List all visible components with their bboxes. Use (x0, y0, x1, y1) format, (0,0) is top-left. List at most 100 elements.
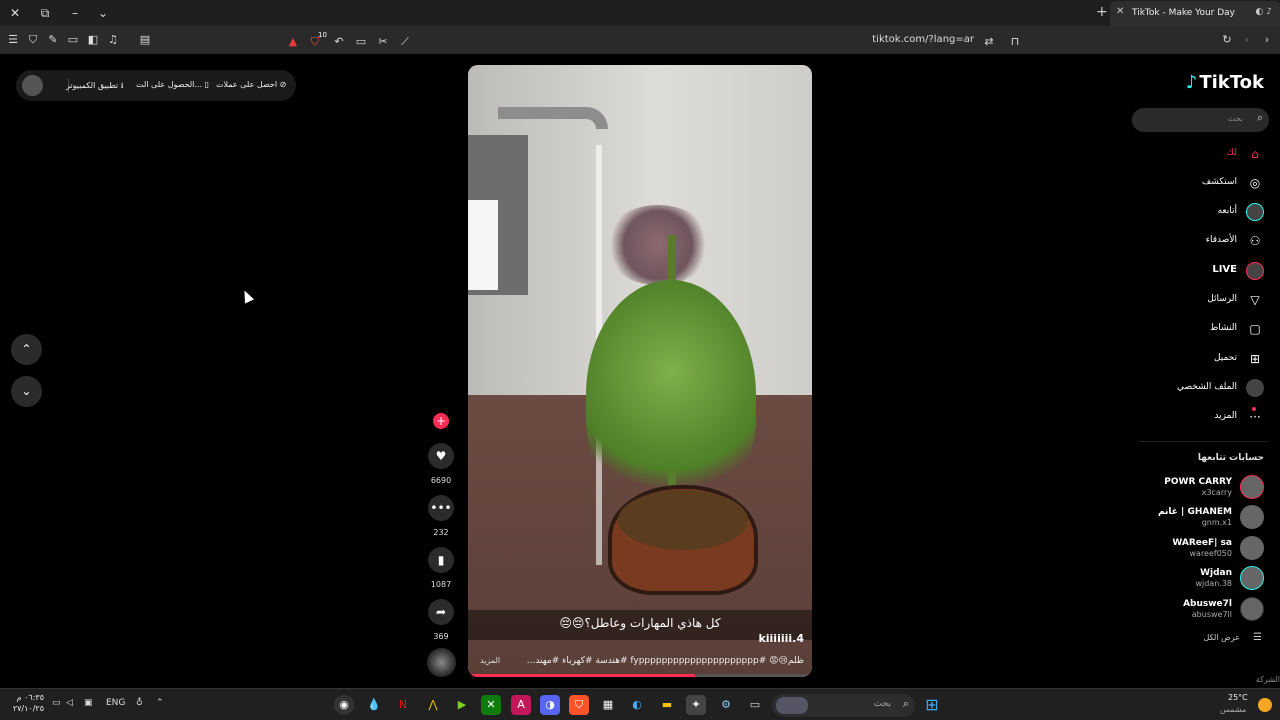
play-app-icon[interactable]: ▶ (452, 695, 472, 715)
browser-toolbar: ☰ ⛉ ✎ ▭ ◧ ♫ ▤ ▲ ⛉ 10 ↶ ▭ ✂ ⟋ tiktok.com/… (0, 26, 1280, 54)
microphone-icon[interactable]: ♁ (136, 698, 143, 708)
sidebar-item-activity[interactable]: ▢ النشاط (1144, 318, 1264, 340)
chrome-icon[interactable]: ◉ (334, 695, 354, 715)
store-icon[interactable]: ▦ (598, 695, 618, 715)
discord-icon[interactable]: ◑ (540, 695, 560, 715)
more-link[interactable]: المزيد (480, 656, 500, 665)
sidebar-item-profile[interactable]: الملف الشخصي (1144, 377, 1264, 399)
angular-app-icon[interactable]: A (511, 695, 531, 715)
following-account[interactable]: Wjdan wjdan.38 (1134, 566, 1264, 592)
address-bar[interactable]: ▲ ⛉ 10 ↶ ▭ ✂ ⟋ tiktok.com/?lang=ar ⇄ ⊓ (282, 28, 1028, 52)
forward-icon[interactable]: › (1258, 31, 1276, 49)
sidebar-item-for-you[interactable]: ⌂ لك (1144, 143, 1264, 165)
shield-icon[interactable]: ⛉ (24, 31, 42, 49)
follow-button[interactable]: + (433, 413, 449, 429)
plant-flowers (603, 205, 713, 285)
url-text[interactable]: tiktok.com/?lang=ar (872, 34, 974, 45)
xbox-icon[interactable]: ✕ (481, 695, 501, 715)
avatar[interactable] (22, 75, 43, 96)
following-account[interactable]: POWR CARRY x3carry (1134, 475, 1264, 501)
following-account[interactable]: Abuswe7l abuswe7ll (1134, 597, 1264, 623)
reader-icon[interactable]: ▤ (136, 31, 154, 49)
music-icon[interactable]: ♫ (104, 31, 122, 49)
tab-close-icon[interactable]: ✕ (1116, 6, 1124, 17)
new-tab-icon[interactable]: + (1096, 4, 1108, 20)
get-app-link[interactable]: الحصول على الت... ▯ (136, 80, 209, 89)
sidebar-item-more[interactable]: ··· المزيد (1144, 406, 1264, 428)
video-description: ظلم😢😡 #fyppppppppppppppppppppp #هندسة #ك… (526, 656, 804, 666)
share-button[interactable]: ➦ (428, 599, 454, 625)
upload-icon: ⊞ (1249, 352, 1261, 366)
following-account[interactable]: غانم | GHANEM gnm.x1 (1134, 505, 1264, 531)
plant-leaves (586, 280, 756, 510)
sidebar-item-following[interactable]: أتابعه (1144, 201, 1264, 223)
company-link[interactable]: الشركة (1256, 675, 1280, 684)
faucet-panel (468, 200, 498, 290)
show-hidden-icons-chevron-icon[interactable]: ⌃ (156, 698, 164, 708)
translate-icon[interactable]: ✂ (374, 33, 392, 51)
following-account[interactable]: WAReeF| sa wareef050 (1134, 536, 1264, 562)
tiktok-logo[interactable]: ♪ TikTok (1186, 72, 1264, 93)
arrow-app-icon[interactable]: ⋀ (423, 695, 443, 715)
window-app-icon[interactable]: ▭ (745, 695, 765, 715)
steam-icon[interactable]: ⚙ (716, 695, 736, 715)
back-arrow-icon[interactable]: ↶ (330, 33, 348, 51)
drop-app-icon[interactable]: 💧 (364, 695, 384, 715)
sidebar-item-friends[interactable]: ⚇ الأصدقاء (1144, 230, 1264, 252)
menu-icon[interactable]: ☰ (4, 31, 22, 49)
folder-icon[interactable]: ▬ (657, 695, 677, 715)
bookmark-icon[interactable]: ⊓ (1006, 33, 1024, 51)
tabs-icon[interactable]: ▭ (64, 31, 82, 49)
close-window-icon[interactable]: ✕ (6, 4, 24, 22)
reload-icon[interactable]: ↻ (1218, 31, 1236, 49)
previous-video-button[interactable]: ⌃ (11, 334, 42, 365)
video-progress[interactable] (468, 674, 812, 677)
video-username[interactable]: kiiiiiii.4 (758, 632, 804, 645)
get-coins-link[interactable]: احصل على عملات ⊘ (216, 80, 286, 89)
browser-tab[interactable]: ✕ TikTok - Make Your Day ◐ ♪ (1110, 1, 1280, 26)
tab-list-chevron-icon[interactable]: ⌄ (94, 4, 112, 22)
see-all-button[interactable]: عرض الكل ☰ (1164, 632, 1264, 646)
account-name: WAReeF| sa (1172, 538, 1232, 548)
save-button[interactable]: ▮ (428, 547, 454, 573)
sidebar-item-live[interactable]: LIVE (1144, 260, 1264, 282)
video-progress-fill (468, 674, 696, 677)
tab-audio-icon[interactable]: ◐ ♪ (1256, 7, 1272, 17)
next-video-button[interactable]: ⌄ (11, 376, 42, 407)
pin-icon[interactable]: ✎ (44, 31, 62, 49)
restore-window-icon[interactable]: ⧉ (36, 4, 54, 22)
screen-icon[interactable]: ▭ (352, 33, 370, 51)
edge-icon[interactable]: ◐ (627, 695, 647, 715)
office-app-icon[interactable]: ✦ (686, 695, 706, 715)
music-disc-icon[interactable] (427, 648, 456, 677)
search-icon[interactable]: ⌕ (1257, 111, 1263, 125)
brave-browser-icon[interactable]: ⛉ (569, 695, 589, 715)
language-indicator[interactable]: ENG (106, 698, 125, 708)
network-icon[interactable]: ▣ (84, 698, 93, 708)
minimize-window-icon[interactable]: – (66, 4, 84, 22)
search-input[interactable]: بحث ⌕ (1132, 108, 1269, 132)
sidebar-item-explore[interactable]: ◎ استكشف (1144, 172, 1264, 194)
clock-date: ٢٧/١٠/٢٥ (12, 704, 44, 713)
back-icon[interactable]: ‹ (1238, 31, 1256, 49)
video-player[interactable]: كل هاذي المهارات وعاطل؟😔😔 kiiiiiii.4 ظلم… (468, 65, 812, 677)
site-settings-icon[interactable]: ⇄ (980, 33, 998, 51)
sidebar-icon[interactable]: ◧ (84, 31, 102, 49)
weather-widget[interactable]: 25°C مشمس (1220, 693, 1276, 717)
title-bar: ✕ ⧉ – ⌄ + ✕ TikTok - Make Your Day ◐ ♪ (0, 0, 1280, 26)
brave-rewards-icon[interactable]: ▲ (284, 33, 302, 51)
account-name: غانم | GHANEM (1157, 507, 1232, 517)
clock[interactable]: ٠٦:٣٥ م ٢٧/١٠/٢٥ (12, 692, 44, 714)
volume-icon[interactable]: ◁ (66, 698, 73, 708)
netflix-icon[interactable]: N (393, 695, 413, 715)
search-icon: ⌕ (902, 697, 909, 710)
sidebar-item-upload[interactable]: ⊞ تحميل (1144, 348, 1264, 370)
desktop-app-link[interactable]: تطبيق الكمبيوتر ⭳ (66, 80, 124, 94)
ai-icon[interactable]: ⟋ (396, 33, 414, 51)
like-button[interactable]: ♥ (428, 443, 454, 469)
windows-start-icon[interactable]: ⊞ (922, 695, 942, 715)
sidebar-item-messages[interactable]: ▽ الرسائل (1144, 289, 1264, 311)
taskbar-search-input[interactable]: بحث ⌕ (772, 694, 915, 717)
chat-icon[interactable]: ▭ (52, 698, 61, 708)
comment-button[interactable]: ••• (428, 495, 454, 521)
